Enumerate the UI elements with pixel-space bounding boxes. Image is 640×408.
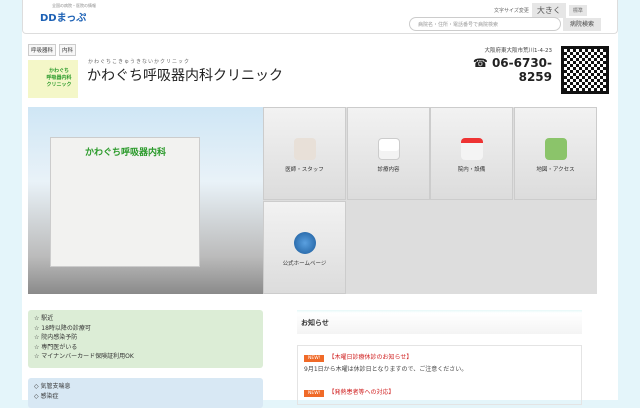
tile-label: 診療内容 [377, 167, 400, 173]
tile-official-site[interactable]: 公式ホームページ [263, 201, 346, 294]
tile-label: 公式ホームページ [282, 261, 327, 267]
font-size-label: 文字サイズ変更 [494, 8, 529, 14]
tile-facilities[interactable]: 院内・設備 [430, 107, 513, 200]
hospital-icon [460, 138, 483, 160]
tile-label: 医師・スタッフ [285, 167, 324, 173]
nav-tiles: 医師・スタッフ 診療内容 院内・設備 地図・アクセス 公式ホームページ [263, 107, 597, 294]
building: かわぐち呼吸器内科 [50, 137, 200, 267]
clinic-name: かわぐち呼吸器内科クリニック [87, 68, 283, 84]
tile-label: 院内・設備 [457, 167, 486, 173]
tile-doctor-staff[interactable]: 医師・スタッフ [263, 107, 346, 200]
font-size-control: 文字サイズ変更 大きく 標準 [494, 3, 587, 18]
feature-item: ☆ 18時以降の診療可 [34, 324, 91, 332]
font-standard-button[interactable]: 標準 [568, 5, 587, 16]
tile-label: 地図・アクセス [536, 167, 575, 173]
tile-services[interactable]: 診療内容 [347, 107, 430, 200]
category-tags: 呼吸器科 内科 [28, 44, 77, 56]
tile-map-access[interactable]: 地図・アクセス [514, 107, 597, 200]
new-badge: NEW! [304, 355, 325, 362]
feature-item: ☆ 院内感染予防 [34, 334, 78, 341]
specialty-item: ◇ 気管支喘息 [34, 383, 71, 390]
specialties-box: ◇ 気管支喘息 ◇ 感染症 [28, 378, 263, 408]
globe-icon [293, 232, 316, 254]
clinic-phone: ☎ 06-6730-8259 [472, 56, 552, 84]
search-input[interactable]: 病院名・住所・電話番号で病院検索 [409, 17, 561, 31]
clinic-name-kana: かわぐちこきゅうきないかクリニック [88, 59, 191, 65]
feature-item: ☆ マイナンバーカード保険証利用OK [34, 353, 134, 360]
doctor-icon [293, 138, 316, 160]
features-box: ☆ 駅近 ☆ 18時以降の診療可 ☆ 院内感染予防 ☆ 専門医がいる ☆ マイナンバーカ… [28, 310, 263, 368]
qr-code [561, 46, 609, 94]
clinic-photo: かわぐち呼吸器内科 [28, 107, 263, 294]
font-large-button[interactable]: 大きく [531, 3, 566, 18]
feature-item: ☆ 専門医がいる [34, 343, 78, 351]
clinic-address: 大阪府東大阪市荒川1-4-23 [484, 48, 552, 54]
new-badge: NEW! [304, 390, 325, 397]
search-button[interactable]: 病院検索 [563, 18, 601, 31]
news-heading: お知らせ [297, 310, 582, 334]
feature-item: ☆ 駅近 [34, 315, 54, 322]
clinic-logo: かわぐち 呼吸器内科 クリニック [28, 60, 78, 98]
news-body: 9月1日から木曜は休診日となりますので、ご注意ください。 [304, 366, 468, 373]
news-title[interactable]: 【発熱患者等への対応】 [328, 389, 394, 396]
site-logo[interactable]: 全国の病院・医院の情報 DDまっぷ [40, 3, 96, 24]
clinic-logo-line: 呼吸器内科 [46, 75, 72, 81]
news-item[interactable]: NEW! 【木曜日診療休診のお知らせ】 9月1日から木曜は休診日となりますので、ご注… [304, 352, 575, 373]
clinic-logo-line: かわぐち [48, 68, 69, 74]
tag: 呼吸器科 [28, 44, 57, 56]
news-item[interactable]: NEW! 【発熱患者等への対応】 [304, 387, 575, 397]
news-list: NEW! 【木曜日診療休診のお知らせ】 9月1日から木曜は休診日となりますので、ご注… [297, 345, 582, 405]
tag: 内科 [59, 44, 77, 56]
map-icon [544, 138, 567, 160]
medical-kit-icon [377, 138, 400, 160]
logo-subtitle: 全国の病院・医院の情報 [52, 3, 96, 8]
building-sign: かわぐち呼吸器内科 [85, 148, 167, 158]
news-title[interactable]: 【木曜日診療休診のお知らせ】 [328, 354, 412, 361]
logo-text: DDまっぷ [40, 13, 87, 24]
clinic-logo-line: クリニック [46, 82, 72, 88]
